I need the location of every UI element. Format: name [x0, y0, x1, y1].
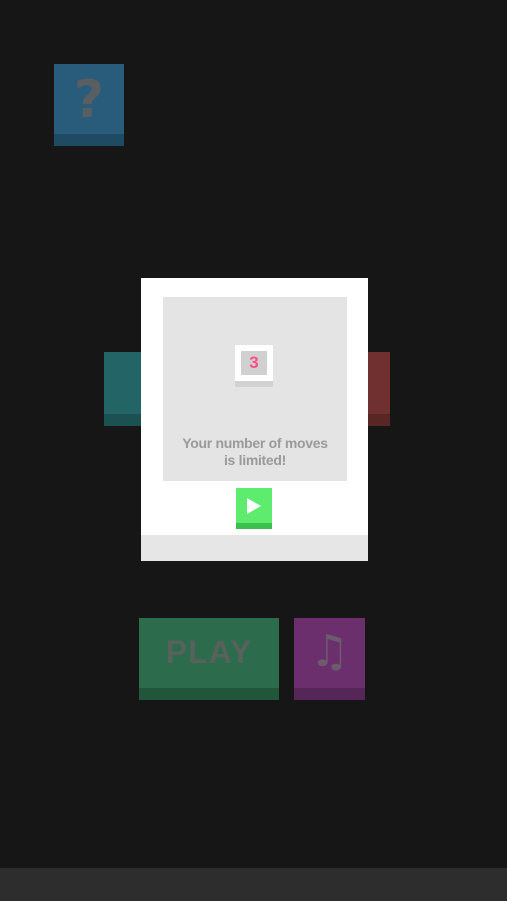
- next-button[interactable]: [236, 488, 272, 529]
- tutorial-card: 3 Your number of moves is limited!: [163, 297, 347, 481]
- music-button-lip: [294, 688, 365, 700]
- mode-tile-left-lip: [104, 414, 144, 426]
- play-button-lip: [139, 688, 279, 700]
- next-button-lip: [236, 523, 272, 529]
- moves-counter-lip: [235, 381, 273, 387]
- bottom-bar: [0, 868, 507, 901]
- dialog-footer: [141, 535, 368, 561]
- moves-counter-tile: 3: [235, 345, 273, 387]
- music-note-icon: ♫: [309, 626, 350, 677]
- help-button-lip: [54, 134, 124, 146]
- tutorial-dialog: 3 Your number of moves is limited!: [141, 278, 368, 561]
- music-toggle-button[interactable]: ♫: [294, 618, 365, 700]
- play-triangle-icon: [247, 498, 261, 514]
- play-button-label: PLAY: [165, 634, 253, 670]
- mode-tile-left[interactable]: [104, 352, 144, 426]
- play-button[interactable]: PLAY: [139, 618, 279, 700]
- moves-counter-value: 3: [241, 351, 267, 375]
- help-button[interactable]: ?: [54, 64, 124, 146]
- tutorial-message: Your number of moves is limited!: [182, 435, 328, 468]
- question-mark-icon: ?: [73, 70, 105, 130]
